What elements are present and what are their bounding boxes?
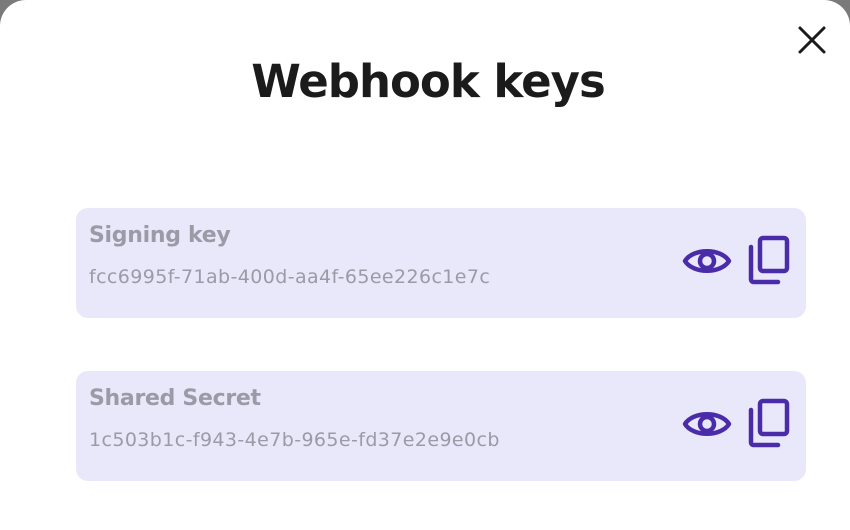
webhook-keys-dialog: Webhook keys Signing key fcc6995f-71ab-4… — [0, 0, 850, 530]
shared-secret-card: Shared Secret 1c503b1c-f943-4e7b-965e-fd… — [76, 371, 806, 481]
copy-icon — [748, 235, 790, 285]
copy-icon — [748, 398, 790, 448]
copy-shared-secret-button[interactable] — [744, 397, 792, 449]
reveal-signing-key-button[interactable] — [680, 238, 734, 284]
shared-secret-label: Shared Secret — [89, 386, 261, 411]
copy-signing-key-button[interactable] — [744, 234, 792, 286]
signing-key-label: Signing key — [89, 223, 231, 248]
close-icon — [798, 26, 826, 54]
eye-icon — [682, 249, 732, 273]
signing-key-card: Signing key fcc6995f-71ab-400d-aa4f-65ee… — [76, 208, 806, 318]
eye-icon — [682, 412, 732, 436]
shared-secret-value: 1c503b1c-f943-4e7b-965e-fd37e2e9e0cb — [89, 429, 500, 451]
signing-key-value: fcc6995f-71ab-400d-aa4f-65ee226c1e7c — [89, 266, 491, 288]
dialog-title: Webhook keys — [251, 55, 606, 108]
reveal-shared-secret-button[interactable] — [680, 401, 734, 447]
